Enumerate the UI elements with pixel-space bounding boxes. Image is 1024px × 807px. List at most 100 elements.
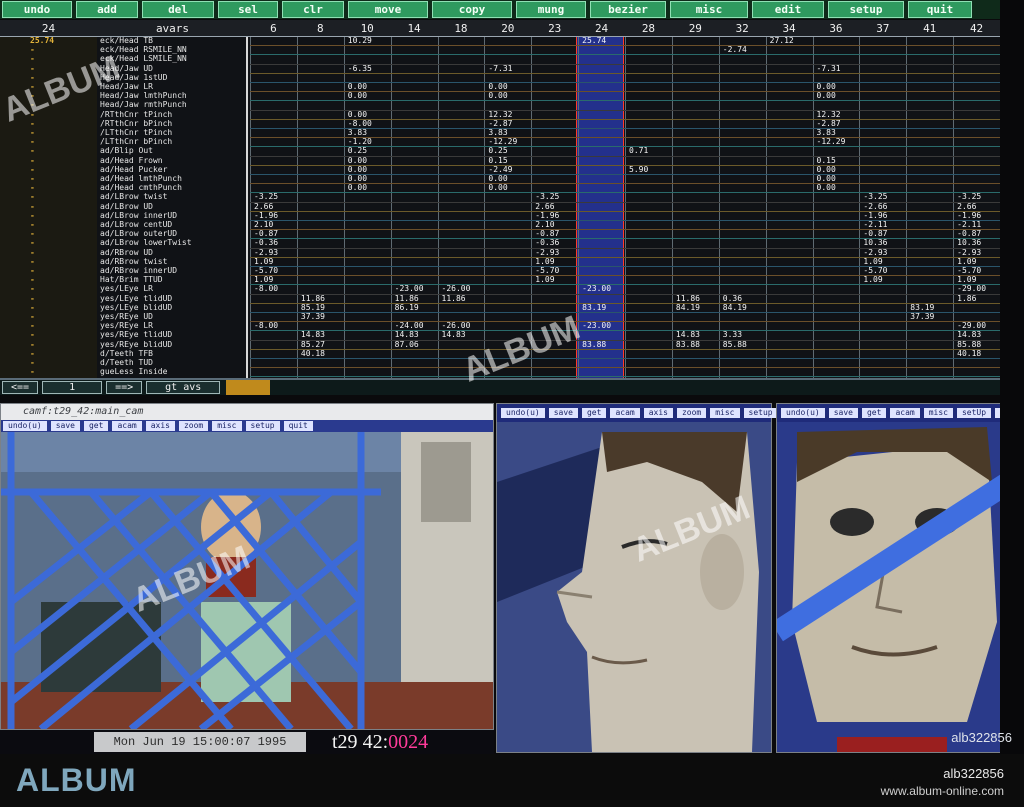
grid-cell-value[interactable]: 0.00 — [817, 92, 836, 100]
avar-name[interactable]: yes/LEye blidUD — [97, 303, 246, 312]
frame-value[interactable]: - — [0, 119, 97, 128]
frame-value[interactable]: - — [0, 83, 97, 91]
frame-value[interactable]: - — [0, 202, 97, 211]
grid-cell-value[interactable]: -1.96 — [254, 211, 278, 220]
avar-name[interactable]: ad/Head Pucker — [97, 165, 246, 174]
frame-value[interactable]: - — [0, 129, 97, 137]
frame-value[interactable]: - — [0, 331, 97, 339]
grid-cell-value[interactable]: 0.00 — [817, 83, 836, 91]
avar-name[interactable]: yes/REye blidUD — [97, 340, 246, 349]
avar-name[interactable]: ad/Head lmthPunch — [97, 175, 246, 183]
face-front-acam-button[interactable]: acam — [890, 408, 920, 418]
avar-value-grid[interactable]: 10.29 25.74 27.12 -2.74 -6.35 -7.31 -7.31 0.00 0… — [250, 37, 1000, 378]
grid-cell-value[interactable]: -8.00 — [254, 285, 278, 293]
camera-acam-button[interactable]: acam — [112, 421, 142, 431]
grid-cell-value[interactable]: 0.00 — [488, 175, 507, 183]
goto-avars-button[interactable]: gt avs — [146, 381, 221, 394]
camera-quit-button[interactable]: quit — [283, 421, 313, 431]
toolbar-bezier-button[interactable]: bezier — [590, 1, 666, 18]
frame-value[interactable]: - — [0, 165, 97, 174]
avar-name[interactable]: Head/Jaw UD — [97, 64, 246, 73]
frame-value[interactable]: - — [0, 110, 97, 119]
grid-cell-value[interactable]: 2.66 — [254, 202, 273, 211]
avar-name[interactable]: gueLess Inside — [97, 368, 246, 376]
grid-cell-value[interactable]: -7.31 — [817, 64, 841, 73]
frame-column-header[interactable]: 29 — [672, 20, 719, 37]
face-side-zoom-button[interactable]: zoom — [676, 408, 707, 418]
grid-cell-value[interactable]: -8.00 — [348, 119, 372, 128]
next-frame-button[interactable]: ==> — [106, 381, 143, 394]
avar-name[interactable]: d/Teeth TFB — [97, 349, 246, 358]
grid-cell-value[interactable]: 0.00 — [488, 184, 507, 192]
camera-zoom-button[interactable]: zoom — [178, 421, 209, 431]
grid-cell-value[interactable]: 0.25 — [488, 147, 507, 155]
grid-cell-value[interactable]: 40.18 — [301, 349, 325, 358]
grid-cell-value[interactable]: 40.18 — [957, 349, 981, 358]
grid-cell-value[interactable]: -2.66 — [863, 202, 887, 211]
frame-column-header[interactable]: 42 — [953, 20, 1000, 37]
grid-cell-value[interactable]: -23.00 — [582, 322, 611, 330]
avar-name[interactable]: Head/Jaw 1stUD — [97, 73, 246, 82]
grid-cell-value[interactable]: -12.29 — [488, 138, 517, 146]
frame-value[interactable]: - — [0, 313, 97, 321]
frame-column-header[interactable]: 14 — [391, 20, 438, 37]
frame-column-header[interactable]: 41 — [906, 20, 953, 37]
grid-cell-value[interactable]: -2.87 — [817, 119, 841, 128]
grid-cell-value[interactable]: -1.96 — [863, 211, 887, 220]
grid-cell-value[interactable]: -23.00 — [395, 285, 424, 293]
avar-name[interactable]: yes/LEye tlidUD — [97, 294, 246, 303]
avar-name[interactable]: yes/REye UD — [97, 313, 246, 321]
avar-name[interactable]: ad/Head cmthPunch — [97, 184, 246, 192]
toolbar-clr-button[interactable]: clr — [282, 1, 344, 18]
grid-cell-value[interactable]: 2.66 — [535, 202, 554, 211]
grid-cell-value[interactable]: 0.00 — [348, 175, 367, 183]
avar-name[interactable]: /RTthCnr tPinch — [97, 110, 246, 119]
grid-cell-value[interactable]: 11.86 — [301, 294, 325, 303]
frame-value[interactable]: - — [0, 294, 97, 303]
avar-name[interactable]: Hat/Brim TTUD — [97, 276, 246, 284]
grid-cell-value[interactable]: -0.87 — [957, 230, 981, 238]
frame-number-field[interactable]: 1 — [42, 381, 103, 394]
grid-cell-value[interactable]: -2.11 — [957, 221, 981, 229]
face-side-axis-button[interactable]: axis — [643, 408, 673, 418]
grid-cell-value[interactable]: -5.70 — [863, 267, 887, 275]
grid-cell-value[interactable]: 0.00 — [348, 165, 367, 174]
grid-cell-value[interactable]: 87.06 — [395, 340, 419, 349]
grid-cell-value[interactable]: 1.09 — [535, 276, 554, 284]
grid-cell-value[interactable]: -26.00 — [442, 322, 471, 330]
face-side-undou-button[interactable]: undo(u) — [501, 408, 545, 418]
frame-value[interactable]: - — [0, 322, 97, 330]
toolbar-edit-button[interactable]: edit — [752, 1, 824, 18]
frame-value[interactable]: - — [0, 211, 97, 220]
avar-name[interactable]: eck/Head LSMILE_NN — [97, 55, 246, 63]
grid-cell-value[interactable]: 10.36 — [957, 239, 981, 247]
frame-value[interactable]: - — [0, 340, 97, 349]
face-front-setup-button[interactable]: setUp — [956, 408, 992, 418]
grid-cell-value[interactable]: 1.09 — [535, 257, 554, 266]
grid-cell-value[interactable]: -1.20 — [348, 138, 372, 146]
avar-name[interactable]: /LTthCnr tPinch — [97, 129, 246, 137]
grid-cell-value[interactable]: 1.09 — [254, 257, 273, 266]
grid-cell-value[interactable]: 0.00 — [817, 175, 836, 183]
toolbar-mung-button[interactable]: mung — [516, 1, 586, 18]
grid-cell-value[interactable]: 0.00 — [348, 156, 367, 165]
toolbar-move-button[interactable]: move — [348, 1, 428, 18]
grid-cell-value[interactable]: 14.83 — [957, 331, 981, 339]
frame-value[interactable]: - — [0, 368, 97, 376]
frame-column-header[interactable]: 36 — [813, 20, 860, 37]
frame-value[interactable]: - — [0, 248, 97, 257]
grid-cell-value[interactable]: -0.87 — [535, 230, 559, 238]
frame-value[interactable]: - — [0, 221, 97, 229]
grid-cell-value[interactable]: 85.88 — [957, 340, 981, 349]
frame-value[interactable]: - — [0, 55, 97, 63]
avar-name[interactable]: ad/RBrow twist — [97, 257, 246, 266]
face-front-save-button[interactable]: save — [828, 408, 858, 418]
frame-value[interactable]: - — [0, 46, 97, 54]
grid-cell-value[interactable]: 1.09 — [957, 276, 976, 284]
frame-column-header[interactable]: 18 — [438, 20, 485, 37]
frame-value[interactable]: - — [0, 303, 97, 312]
frame-value[interactable]: - — [0, 147, 97, 155]
toolbar-quit-button[interactable]: quit — [908, 1, 972, 18]
grid-cell-value[interactable]: 37.39 — [301, 313, 325, 321]
grid-cell-value[interactable]: 27.12 — [770, 37, 794, 45]
